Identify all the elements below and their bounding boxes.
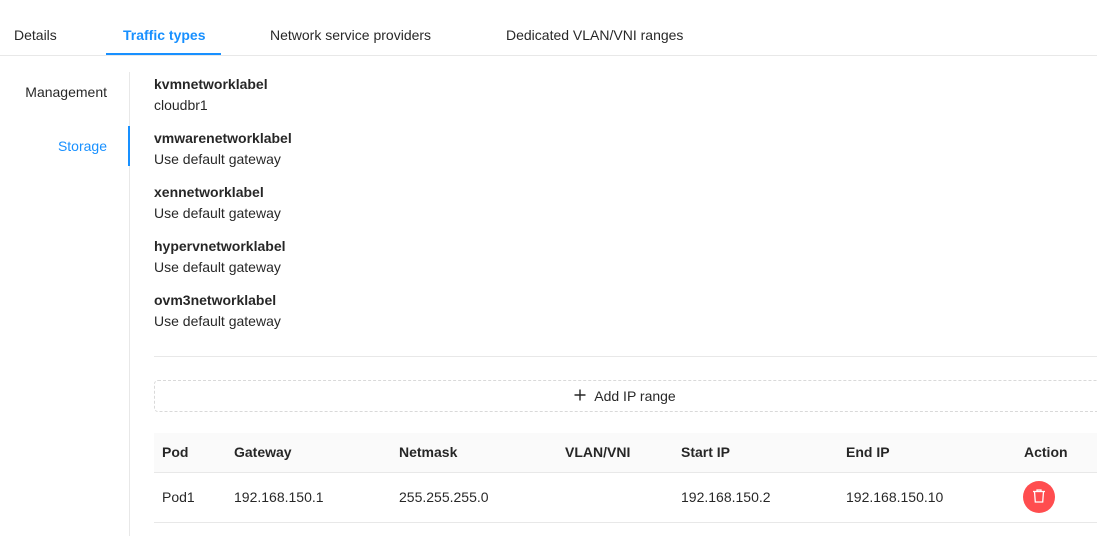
tab-bar: Details Traffic types Network service pr… [0,0,1097,56]
column-header-action: Action [1024,444,1068,460]
tab-details[interactable]: Details [14,0,57,56]
label-value: Use default gateway [154,205,281,221]
cell-start-ip: 192.168.150.2 [681,489,771,505]
label-title: kvmnetworklabel [154,76,268,92]
column-header-gateway: Gateway [234,444,292,460]
column-header-end-ip: End IP [846,444,890,460]
label-title: xennetworklabel [154,184,264,200]
column-header-start-ip: Start IP [681,444,731,460]
side-item-storage[interactable]: Storage [58,138,107,154]
label-xen: xennetworklabel Use default gateway [154,182,292,236]
cell-end-ip: 192.168.150.10 [846,489,944,505]
active-side-indicator [128,126,130,166]
label-value: Use default gateway [154,151,281,167]
active-tab-indicator [106,53,221,55]
network-labels: kvmnetworklabel cloudbr1 vmwarenetworkla… [154,74,292,344]
table-row: Pod1 192.168.150.1 255.255.255.0 192.168… [154,473,1097,523]
column-header-pod: Pod [162,444,189,460]
traffic-type-side-nav: Management Storage [0,72,130,536]
table-header: Pod Gateway Netmask VLAN/VNI Start IP En… [154,433,1097,473]
ip-range-table: Pod Gateway Netmask VLAN/VNI Start IP En… [154,433,1097,523]
cell-pod: Pod1 [162,489,195,505]
label-hyperv: hypervnetworklabel Use default gateway [154,236,292,290]
label-value: Use default gateway [154,259,281,275]
add-ip-range-button[interactable]: Add IP range [154,380,1097,412]
plus-icon [574,386,586,404]
column-header-vlan-vni: VLAN/VNI [565,444,631,460]
tab-dedicated-vlan-vni-ranges[interactable]: Dedicated VLAN/VNI ranges [506,0,683,56]
label-ovm3: ovm3networklabel Use default gateway [154,290,292,344]
side-item-management[interactable]: Management [25,84,107,100]
label-vmware: vmwarenetworklabel Use default gateway [154,128,292,182]
label-title: vmwarenetworklabel [154,130,292,146]
label-value: Use default gateway [154,313,281,329]
tab-traffic-types[interactable]: Traffic types [123,0,205,56]
section-divider [154,356,1097,357]
label-title: ovm3networklabel [154,292,277,308]
delete-ip-range-button[interactable] [1023,481,1055,513]
add-ip-range-label: Add IP range [594,388,676,404]
label-value: cloudbr1 [154,97,208,113]
cell-netmask: 255.255.255.0 [399,489,489,505]
tab-network-service-providers[interactable]: Network service providers [270,0,431,56]
delete-icon [1032,488,1046,507]
label-title: hypervnetworklabel [154,238,286,254]
column-header-netmask: Netmask [399,444,458,460]
label-kvm: kvmnetworklabel cloudbr1 [154,74,292,128]
cell-gateway: 192.168.150.1 [234,489,324,505]
